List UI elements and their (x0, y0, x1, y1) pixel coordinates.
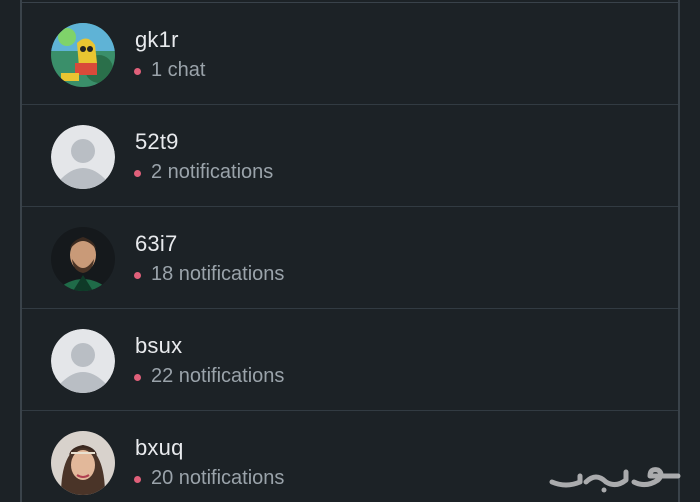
default-person-icon (51, 329, 115, 393)
account-name: bsux (135, 333, 183, 358)
status-dot-icon (134, 373, 141, 381)
status-text: 22 notifications (151, 365, 285, 387)
status-dot-icon (134, 67, 141, 75)
avatar (51, 227, 115, 291)
status-text: 18 notifications (151, 263, 285, 285)
account-row-gk1r[interactable]: gk1r 1 chat (22, 3, 678, 105)
account-status: 18 notifications (134, 263, 284, 286)
man-photo-avatar-icon (51, 227, 115, 291)
account-row-63i7[interactable]: 63i7 18 notifications (22, 207, 678, 309)
account-name: bxuq (135, 435, 184, 460)
avatar (51, 329, 115, 393)
account-row-bsux[interactable]: bsux 22 notifications (22, 309, 678, 411)
avatar (51, 431, 115, 495)
default-person-icon (51, 125, 115, 189)
right-border (678, 0, 680, 502)
account-status: 22 notifications (134, 365, 284, 388)
status-dot-icon (134, 475, 141, 483)
cartoon-avatar-icon (51, 23, 115, 87)
account-switcher-screen: gk1r 1 chat 52t9 2 notifications 63i7 18… (0, 0, 700, 502)
woman-photo-avatar-icon (51, 431, 115, 495)
account-status: 1 chat (134, 59, 205, 82)
account-name: 52t9 (135, 129, 179, 154)
status-dot-icon (134, 271, 141, 279)
account-name: 63i7 (135, 231, 178, 256)
status-text: 1 chat (151, 59, 206, 81)
status-text: 20 notifications (151, 467, 285, 489)
avatar (51, 125, 115, 189)
status-text: 2 notifications (151, 161, 274, 183)
account-status: 20 notifications (134, 467, 284, 490)
status-dot-icon (134, 169, 141, 177)
account-name: gk1r (135, 27, 179, 52)
haraj-watermark-logo (549, 467, 681, 493)
account-row-52t9[interactable]: 52t9 2 notifications (22, 105, 678, 207)
account-list: gk1r 1 chat 52t9 2 notifications 63i7 18… (22, 3, 678, 502)
avatar (51, 23, 115, 87)
account-status: 2 notifications (134, 161, 273, 184)
